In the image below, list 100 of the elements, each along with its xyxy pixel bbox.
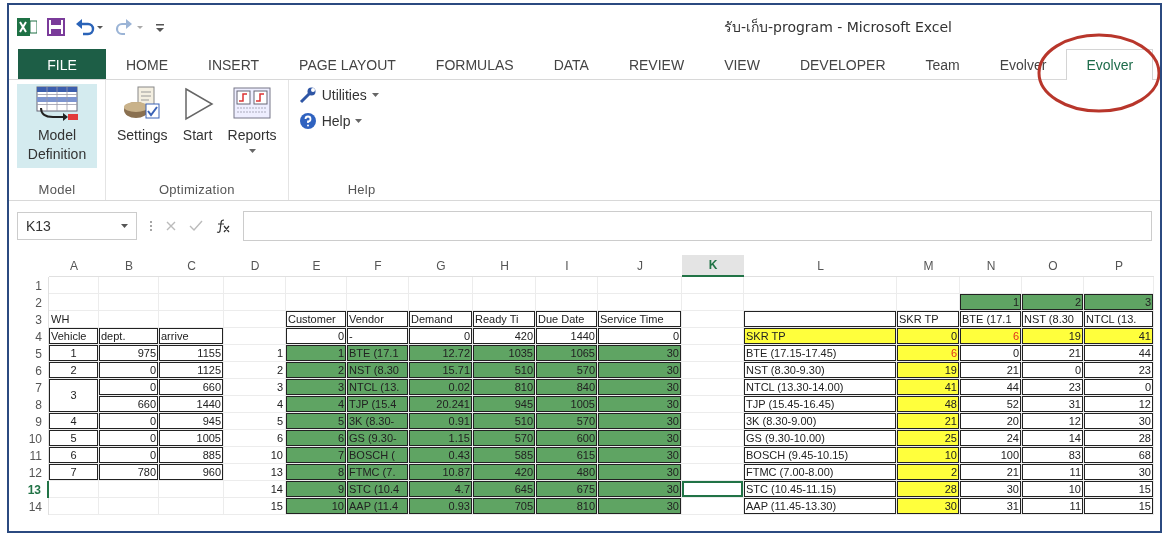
table-cell: 0.02	[409, 379, 473, 396]
undo-icon[interactable]	[75, 18, 105, 36]
table-cell: 83	[1022, 447, 1084, 464]
table-cell: 570	[473, 430, 536, 447]
name-box[interactable]: K13	[17, 212, 137, 240]
table-cell: 4	[49, 413, 99, 430]
table-cell: 12.72	[409, 345, 473, 362]
table-cell: 1	[960, 294, 1022, 311]
column-header[interactable]: M	[897, 255, 960, 277]
table-cell: 1440	[536, 328, 598, 345]
ribbon-tab[interactable]: VIEW	[704, 49, 780, 79]
table-cell: 5	[49, 430, 99, 447]
table-cell: 1005	[536, 396, 598, 413]
ribbon-tab[interactable]: DEVELOPER	[779, 49, 906, 79]
table-cell: 705	[473, 498, 536, 515]
ribbon-button[interactable]: Help	[296, 110, 365, 132]
table-cell: 3	[1084, 294, 1154, 311]
row-header[interactable]: 13	[9, 481, 49, 498]
ribbon-tab[interactable]: PAGE LAYOUT	[279, 49, 416, 79]
table-cell: 68	[1084, 447, 1154, 464]
column-header[interactable]: E	[286, 255, 347, 277]
ribbon-tab[interactable]: INSERT	[188, 49, 280, 79]
table-cell: Service Time	[598, 311, 682, 328]
table-cell: 0.43	[409, 447, 473, 464]
table-cell: arrive	[159, 328, 224, 345]
table-cell: 0	[99, 413, 159, 430]
table-cell: Vehicle	[49, 328, 99, 345]
group-label: Help	[347, 182, 376, 197]
column-header[interactable]: K	[682, 255, 744, 277]
ribbon-button[interactable]: Model Definition	[17, 84, 97, 168]
table-cell: 1440	[159, 396, 224, 413]
table-cell: 0.91	[409, 413, 473, 430]
table-cell: 7	[49, 464, 99, 481]
table-cell: 510	[473, 413, 536, 430]
table-cell: 6	[286, 430, 347, 447]
help-icon	[298, 112, 317, 130]
table-cell: BOSCH (9.45-10.15)	[744, 447, 897, 464]
column-header[interactable]: L	[744, 255, 897, 277]
table-cell: 2	[897, 464, 960, 481]
table-cell: 1035	[473, 345, 536, 362]
ribbon-tab[interactable]: HOME	[106, 49, 188, 79]
table-cell: 44	[960, 379, 1022, 396]
formula-field[interactable]	[243, 211, 1152, 241]
row-header[interactable]: 2	[9, 294, 49, 311]
row-header[interactable]: 7	[9, 379, 49, 396]
ribbon-button[interactable]: Utilities	[296, 84, 381, 106]
ribbon-tab[interactable]: DATA	[533, 49, 609, 79]
function-icon[interactable]	[215, 219, 231, 233]
table-cell: 48	[897, 396, 960, 413]
ribbon-tab[interactable]: Team	[905, 49, 980, 79]
row-header[interactable]: 12	[9, 464, 49, 481]
row-header[interactable]: 1	[9, 277, 49, 294]
column-header[interactable]: O	[1022, 255, 1084, 277]
row-header[interactable]: 14	[9, 498, 49, 515]
column-header[interactable]: A	[49, 255, 99, 277]
column-header[interactable]: P	[1084, 255, 1154, 277]
table-cell: 30	[897, 498, 960, 515]
column-header[interactable]: G	[409, 255, 473, 277]
ribbon-button[interactable]: Settings	[114, 84, 171, 168]
row-header[interactable]: 4	[9, 328, 49, 345]
caret-icon	[121, 224, 128, 228]
table-cell: 30	[598, 379, 682, 396]
table-cell: 6	[960, 328, 1022, 345]
row-header[interactable]: 3	[9, 311, 49, 328]
column-header[interactable]: N	[960, 255, 1022, 277]
ribbon-button[interactable]: Reports	[224, 84, 280, 168]
table-cell: 30	[598, 430, 682, 447]
active-cell[interactable]	[682, 481, 744, 498]
ribbon-button[interactable]: Start	[176, 84, 219, 168]
table-cell: 1125	[159, 362, 224, 379]
column-header[interactable]: F	[347, 255, 409, 277]
column-header[interactable]: H	[473, 255, 536, 277]
table-cell: 100	[960, 447, 1022, 464]
row-header[interactable]: 10	[9, 430, 49, 447]
ribbon-tab[interactable]: FORMULAS	[415, 49, 534, 79]
table-cell: 20.241	[409, 396, 473, 413]
ribbon-tab[interactable]: Evolver	[1066, 49, 1154, 80]
column-header[interactable]: C	[159, 255, 224, 277]
table-cell: 3K (8.30-	[347, 413, 409, 430]
table-cell: 30	[598, 481, 682, 498]
table-cell: 0	[99, 362, 159, 379]
table-cell: dept.	[99, 328, 159, 345]
row-header[interactable]: 9	[9, 413, 49, 430]
table-cell: 44	[1084, 345, 1154, 362]
column-header[interactable]: I	[536, 255, 598, 277]
table-cell: 10.87	[409, 464, 473, 481]
ribbon-tab[interactable]: REVIEW	[608, 49, 705, 79]
save-icon[interactable]	[47, 18, 65, 36]
file-tab[interactable]: FILE	[18, 49, 106, 79]
table-cell: 30	[1084, 464, 1154, 481]
table-cell: 975	[99, 345, 159, 362]
row-header[interactable]: 11	[9, 447, 49, 464]
row-header[interactable]: 6	[9, 362, 49, 379]
table-cell: 10	[1022, 481, 1084, 498]
row-header[interactable]: 5	[9, 345, 49, 362]
table-cell: 0.93	[409, 498, 473, 515]
row-header[interactable]: 8	[9, 396, 49, 413]
column-header[interactable]: B	[99, 255, 159, 277]
table-cell: 21	[960, 362, 1022, 379]
column-header[interactable]: D	[224, 255, 286, 277]
